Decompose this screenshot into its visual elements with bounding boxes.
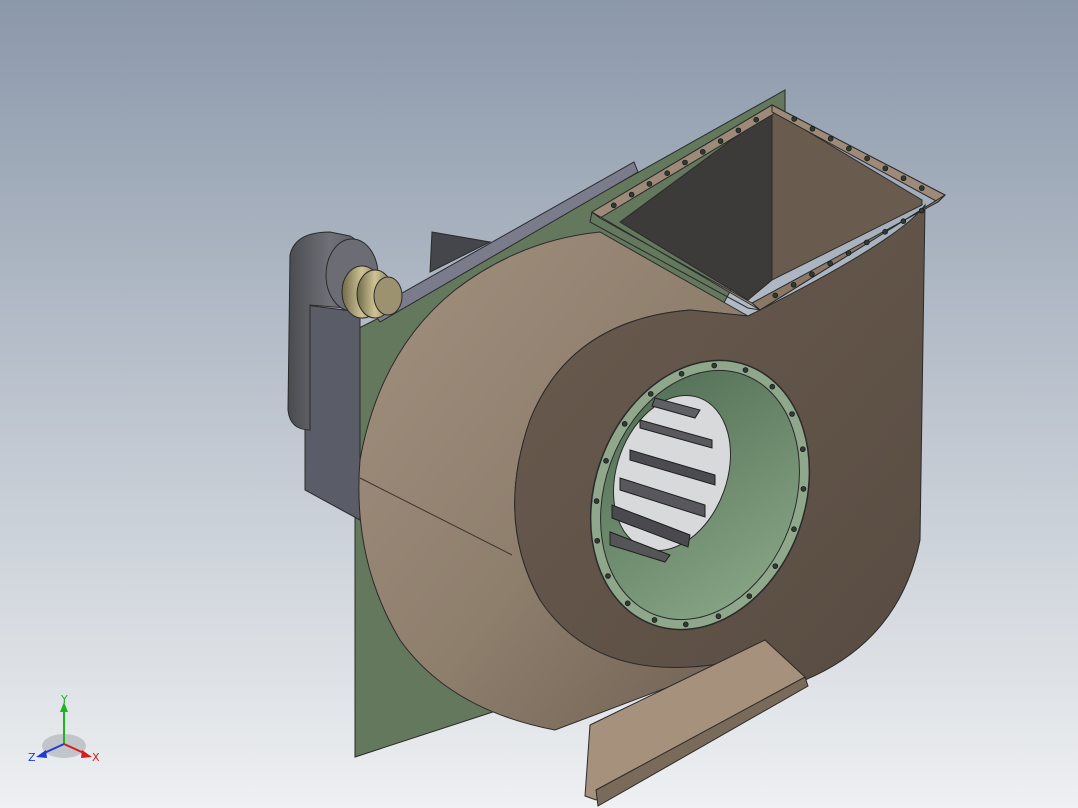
triad-x-label: X: [92, 751, 100, 764]
bolt: [864, 155, 870, 162]
bolt: [918, 185, 925, 191]
bolt: [790, 281, 797, 288]
bolt: [845, 250, 852, 256]
bolt: [791, 526, 797, 533]
bolt: [800, 486, 807, 492]
bolt: [593, 498, 600, 504]
bolt: [882, 165, 889, 172]
bolt: [863, 239, 870, 246]
bolt: [682, 621, 689, 628]
bolt: [678, 370, 685, 377]
bolt: [772, 563, 779, 569]
bolt: [791, 116, 798, 122]
bolt: [846, 145, 852, 152]
bolt: [594, 537, 601, 544]
bolt: [900, 218, 907, 224]
bolt: [789, 411, 795, 417]
bolt: [624, 600, 631, 607]
bolt: [699, 149, 706, 155]
bolt: [746, 593, 753, 599]
bolt: [603, 457, 609, 464]
motor-bracket: [304, 304, 361, 521]
bolt: [647, 391, 654, 397]
bolt: [753, 116, 760, 123]
triad-z-arrow: [36, 750, 47, 758]
bolt: [900, 175, 907, 182]
bolt: [646, 181, 653, 187]
bolt: [715, 613, 722, 620]
bolt: [772, 292, 779, 299]
bolt: [735, 127, 742, 134]
bolt: [827, 260, 834, 267]
triad-z-label: Z: [28, 751, 36, 764]
bolt: [918, 207, 925, 214]
bolt: [711, 362, 718, 369]
bolt: [610, 202, 617, 209]
bolt: [827, 135, 834, 142]
bolt: [799, 446, 806, 453]
bolt: [809, 271, 815, 278]
bolt: [717, 138, 724, 144]
bolt: [809, 125, 816, 132]
bolt: [651, 617, 658, 623]
triad-x-arrow: [81, 750, 92, 758]
bolt: [664, 170, 671, 176]
bolt: [742, 367, 749, 373]
bolt: [882, 229, 888, 235]
graphics-viewport[interactable]: Y X Z: [0, 0, 1078, 808]
view-orientation-triad[interactable]: Y X Z: [26, 694, 106, 766]
3d-model-view[interactable]: [0, 0, 1078, 808]
bolt: [621, 421, 628, 427]
bolt: [682, 159, 688, 166]
bolt: [769, 383, 776, 390]
bolt: [628, 191, 635, 198]
bolt: [605, 573, 611, 579]
triad-y-label: Y: [60, 694, 68, 706]
